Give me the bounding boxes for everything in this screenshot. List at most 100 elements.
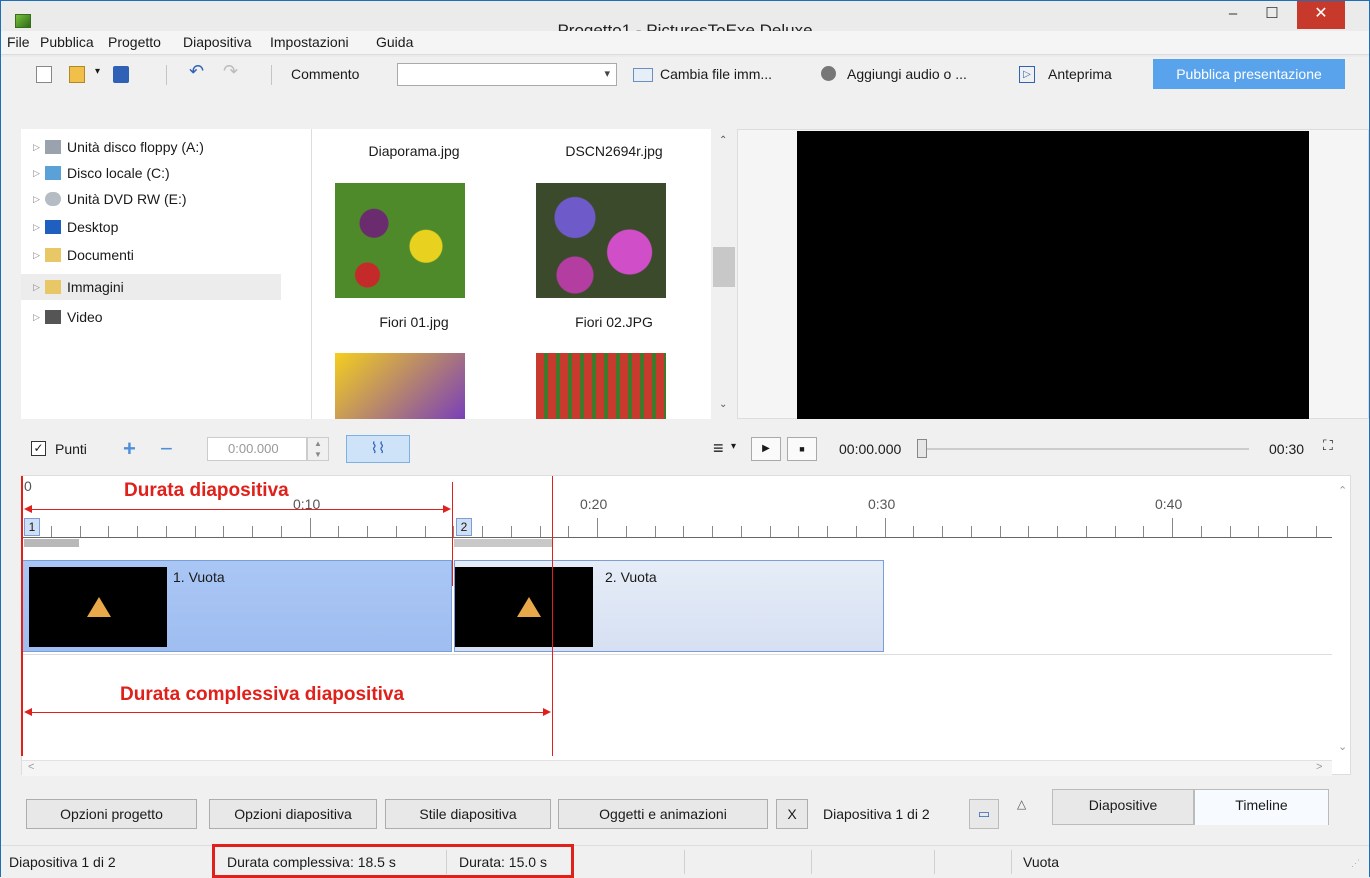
file-caption[interactable]: Fiori 02.JPG [544,314,684,330]
menu-diapositiva[interactable]: Diapositiva [183,34,251,50]
expand-icon[interactable]: ▷ [33,304,40,330]
tree-item-documents[interactable]: ▷ Documenti [21,242,281,268]
chevron-down-icon[interactable]: ▾ [604,67,610,80]
chevron-down-icon[interactable]: ▾ [731,441,736,452]
thumbnail-image[interactable] [335,183,465,298]
scroll-up-icon[interactable]: ⌃ [1338,484,1347,497]
ruler-label: 0 [24,478,32,494]
curve-toggle-icon[interactable]: ⌇⌇ [346,435,410,463]
slide-marker[interactable]: 2 [456,518,472,536]
time-stepper[interactable]: ▲ ▼ [307,437,329,461]
file-caption[interactable]: Diaporama.jpg [344,143,484,159]
minimize-button[interactable]: – [1213,1,1253,29]
collapse-icon[interactable]: △ [1017,797,1026,811]
menu-pubblica[interactable]: Pubblica [40,34,94,50]
slide-marker[interactable]: 1 [24,518,40,536]
ruler[interactable] [22,516,1352,538]
annotation-slide-duration: Durata diapositiva [124,480,289,501]
tree-item-floppy[interactable]: ▷ Unità disco floppy (A:) [21,134,281,160]
slide-list-icon[interactable]: ▭ [969,799,999,829]
open-folder-icon[interactable] [69,66,85,83]
preview-screen [797,131,1309,419]
menu-file[interactable]: File [7,34,30,50]
tree-item-local-disk[interactable]: ▷ Disco locale (C:) [21,160,281,186]
tab-timeline[interactable]: Timeline [1194,789,1329,825]
expand-icon[interactable]: ▷ [33,274,40,300]
tree-item-dvd[interactable]: ▷ Unità DVD RW (E:) [21,186,281,212]
scroll-down-icon[interactable]: ⌄ [1338,740,1347,753]
menu-icon[interactable]: ≡ [713,438,724,459]
points-checkbox[interactable]: ✓ [31,441,46,456]
scroll-left-icon[interactable]: < [28,761,34,773]
pictures-icon [45,280,61,294]
separator [166,65,167,85]
fullscreen-icon[interactable]: ⛶ [1323,437,1333,454]
maximize-button[interactable]: ☐ [1253,1,1291,29]
slide-2[interactable]: 2. Vuota [454,560,884,652]
open-dropdown-icon[interactable]: ▾ [95,66,111,83]
comment-combo[interactable]: ▾ [397,63,617,86]
file-caption[interactable]: Fiori 01.jpg [344,314,484,330]
slide-1[interactable]: 1. Vuota [22,560,452,652]
expand-icon[interactable]: ▷ [33,134,40,160]
close-button[interactable]: ✕ [1297,1,1345,29]
change-file-button[interactable]: Cambia file imm... [660,66,772,82]
project-options-button[interactable]: Opzioni progetto [26,799,197,829]
status-separator [684,850,685,874]
slide-counter: Diapositiva 1 di 2 [823,806,930,822]
add-audio-button[interactable]: Aggiungi audio o ... [847,66,967,82]
slide-style-button[interactable]: Stile diapositiva [385,799,551,829]
play-button[interactable]: ▶ [751,437,781,461]
thumbnail-image[interactable] [536,353,666,419]
new-file-icon[interactable] [36,66,52,83]
scroll-thumb[interactable] [713,247,735,287]
menu-guida[interactable]: Guida [376,34,413,50]
preview-icon[interactable]: ▷ [1019,66,1035,83]
expand-icon[interactable]: ▷ [33,160,40,186]
redo-icon[interactable]: ↷ [223,61,239,81]
tab-slides[interactable]: Diapositive [1052,789,1194,825]
preview-button[interactable]: Anteprima [1048,66,1112,82]
position-slider[interactable] [919,448,1249,450]
undo-icon[interactable]: ↶ [189,61,205,81]
time-input[interactable]: 0:00.000 [207,437,307,461]
image-icon[interactable] [633,68,653,82]
comment-label: Commento [291,66,360,82]
stop-button[interactable]: ■ [787,437,817,461]
save-icon[interactable] [113,66,129,83]
folder-tree: ▷ Unità disco floppy (A:) ▷ Disco locale… [21,129,311,419]
scroll-down-icon[interactable]: ⌄ [719,399,727,410]
audio-icon[interactable] [821,66,836,81]
menu-impostazioni[interactable]: Impostazioni [270,34,349,50]
tree-item-pictures[interactable]: ▷ Immagini [21,274,281,300]
tree-label: Immagini [67,279,124,295]
slide-caption: 2. Vuota [605,569,657,585]
file-caption[interactable]: DSCN2694r.jpg [544,143,684,159]
add-point-icon[interactable]: + [123,436,136,462]
publish-button[interactable]: Pubblica presentazione [1153,59,1345,89]
thumbnail-image[interactable] [536,183,666,298]
timeline-panel: 0 0:10 0:20 0:30 0:40 1 2 1. Vuota 2. Vu… [21,475,1352,776]
expand-icon[interactable]: ▷ [33,186,40,212]
slide-options-button[interactable]: Opzioni diapositiva [209,799,377,829]
tree-item-desktop[interactable]: ▷ Desktop [21,214,281,240]
tree-label: Documenti [67,247,134,263]
resize-grip-icon[interactable]: ⋰ [1351,858,1360,869]
slider-thumb[interactable] [917,439,927,458]
expand-icon[interactable]: ▷ [33,214,40,240]
menu-progetto[interactable]: Progetto [108,34,161,50]
horizontal-scrollbar[interactable]: < > [22,760,1332,776]
x-button[interactable]: X [776,799,808,829]
playhead-line[interactable] [21,476,23,756]
objects-animations-button[interactable]: Oggetti e animazioni [558,799,768,829]
scroll-up-icon[interactable]: ⌃ [719,135,727,146]
remove-point-icon[interactable]: − [160,436,173,462]
bottom-button-bar: Opzioni progetto Opzioni diapositiva Sti… [1,787,1369,837]
file-scrollbar[interactable]: ⌃ ⌄ [713,129,735,419]
menu-bar: File Pubblica Progetto Diapositiva Impos… [1,31,1369,55]
scroll-right-icon[interactable]: > [1316,761,1322,773]
tree-item-video[interactable]: ▷ Video [21,304,281,330]
ruler-tick [310,518,311,538]
expand-icon[interactable]: ▷ [33,242,40,268]
thumbnail-image[interactable] [335,353,465,419]
